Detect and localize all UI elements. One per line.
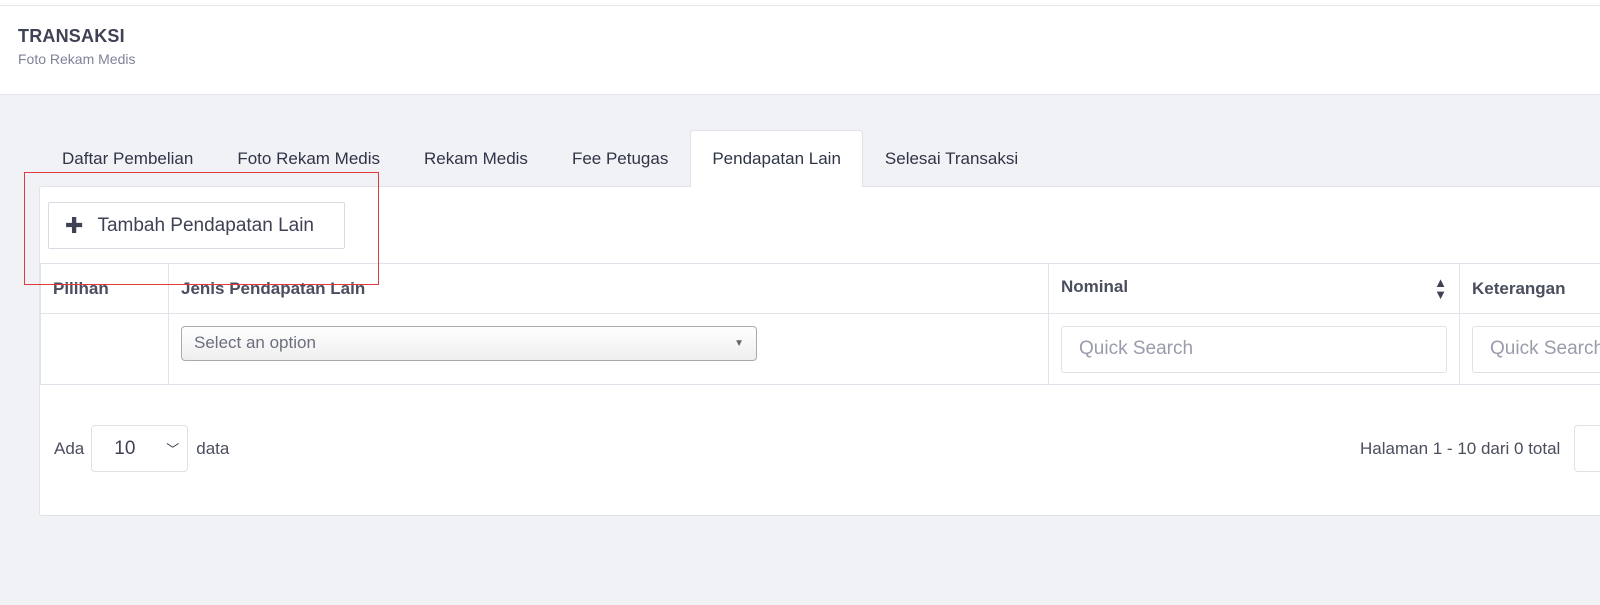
column-header-nominal[interactable]: Nominal ▲ ▼	[1048, 263, 1460, 314]
keterangan-search-input[interactable]	[1472, 325, 1600, 373]
subheader: TRANSAKSI Foto Rekam Medis	[0, 6, 1600, 95]
pagination-control[interactable]	[1574, 425, 1600, 472]
column-header-pilihan: Pilihan	[40, 263, 169, 314]
tab-fee-petugas[interactable]: Fee Petugas	[550, 130, 690, 187]
column-header-keterangan: Keterangan	[1459, 263, 1600, 314]
page-size-control: Ada 10 ﹀ data	[54, 425, 229, 472]
column-header-nominal-label: Nominal	[1061, 276, 1129, 296]
page-size-select[interactable]: 10 ﹀	[91, 425, 189, 472]
sort-icon[interactable]: ▲ ▼	[1434, 276, 1447, 301]
add-pendapatan-lain-button[interactable]: ✚ Tambah Pendapatan Lain	[48, 202, 345, 249]
plus-icon: ✚	[65, 212, 84, 238]
tab-bar: Daftar Pembelian Foto Rekam Medis Rekam …	[40, 130, 1040, 187]
page-size-value: 10	[114, 437, 136, 459]
jenis-select[interactable]: Select an option ▼	[181, 325, 757, 361]
page-size-prefix: Ada	[54, 438, 85, 458]
tab-selesai-transaksi[interactable]: Selesai Transaksi	[863, 130, 1040, 187]
page-subtitle: Foto Rekam Medis	[18, 51, 136, 67]
content-card: ✚ Tambah Pendapatan Lain Pilihan Jenis P…	[39, 186, 1600, 516]
filter-cell-pilihan	[40, 313, 169, 385]
filter-cell-keterangan	[1459, 313, 1600, 385]
filter-row: Select an option ▼	[40, 313, 1600, 385]
page-info-text: Halaman 1 - 10 dari 0 total	[1360, 438, 1561, 458]
column-header-jenis: Jenis Pendapatan Lain	[168, 263, 1049, 314]
filter-cell-nominal	[1048, 313, 1460, 385]
table-header-row: Pilihan Jenis Pendapatan Lain Nominal ▲ ▼…	[40, 263, 1600, 314]
page-size-suffix: data	[196, 438, 230, 458]
page-title: TRANSAKSI	[18, 26, 125, 46]
jenis-select-placeholder: Select an option	[194, 333, 316, 352]
tab-rekam-medis[interactable]: Rekam Medis	[402, 130, 550, 187]
data-table: Pilihan Jenis Pendapatan Lain Nominal ▲ ▼…	[40, 263, 1600, 385]
tab-daftar-pembelian[interactable]: Daftar Pembelian	[40, 130, 215, 187]
add-button-label: Tambah Pendapatan Lain	[97, 214, 314, 236]
caret-down-icon: ▼	[734, 337, 744, 349]
pagination-info: Halaman 1 - 10 dari 0 total	[1360, 425, 1600, 472]
chevron-down-icon: ﹀	[166, 442, 180, 457]
tab-pendapatan-lain[interactable]: Pendapatan Lain	[690, 130, 863, 187]
nominal-search-input[interactable]	[1061, 325, 1447, 373]
tab-foto-rekam-medis[interactable]: Foto Rekam Medis	[215, 130, 402, 187]
filter-cell-jenis: Select an option ▼	[168, 313, 1049, 385]
